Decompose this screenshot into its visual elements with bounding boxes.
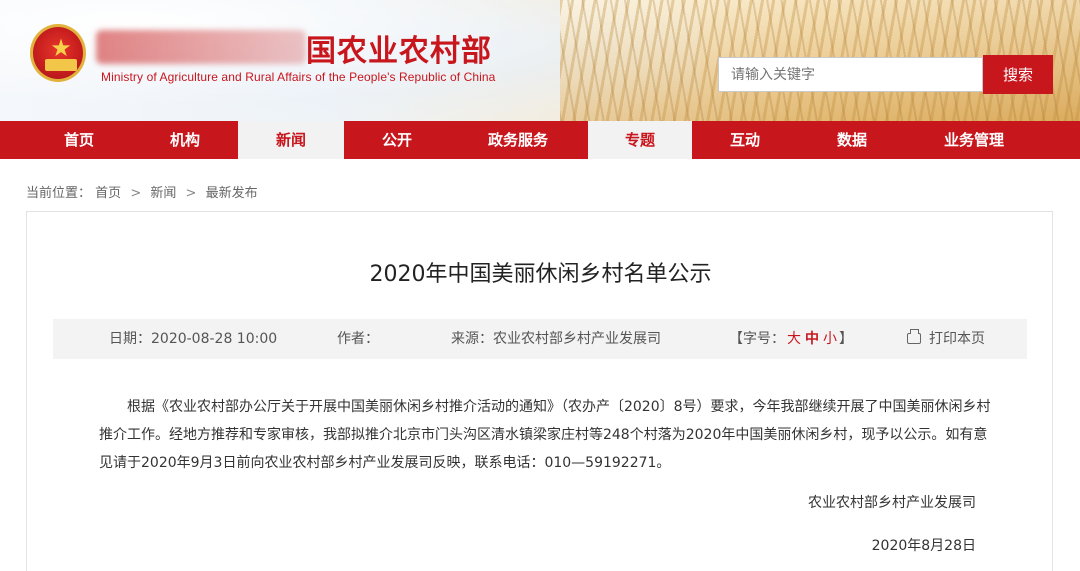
article-title: 2020年中国美丽休闲乡村名单公示 [369,262,712,287]
article-signature: 农业农村部乡村产业发展司 [808,495,976,511]
search-input[interactable] [718,57,983,92]
article-author: 作者： [337,331,379,347]
nav-item-business-management[interactable]: 业务管理 [906,121,1042,159]
nav-item-home[interactable]: 首页 [26,121,132,159]
article-body: 根据《农业农村部办公厅关于开展中国美丽休闲乡村推介活动的通知》（农办产〔2020… [99,393,999,477]
article-paragraph: 根据《农业农村部办公厅关于开展中国美丽休闲乡村推介活动的通知》（农办产〔2020… [99,399,991,471]
article-source: 来源：农业农村部乡村产业发展司 [451,331,661,347]
font-size-medium-button[interactable]: 中 [805,331,819,347]
breadcrumb-latest-link[interactable]: 最新发布 [206,186,258,201]
breadcrumb-separator: > [185,186,197,201]
nav-item-public[interactable]: 公开 [344,121,450,159]
breadcrumb-prefix: 当前位置： [26,186,92,201]
breadcrumb-news-link[interactable]: 新闻 [150,186,176,201]
article-signature-date: 2020年8月28日 [871,538,976,554]
printer-icon [907,329,921,344]
nav-item-organization[interactable]: 机构 [132,121,238,159]
nav-item-data[interactable]: 数据 [798,121,906,159]
header-banner: ★ 国农业农村部 Ministry of Agriculture and Rur… [0,0,1080,121]
font-size-large-button[interactable]: 大 [787,331,801,347]
site-title: 国农业农村部 [306,34,492,69]
print-label: 打印本页 [929,331,985,347]
national-emblem-icon: ★ [30,24,86,82]
search-button[interactable]: 搜索 [983,55,1053,94]
font-size-control: 【字号：大中小】 [729,319,853,359]
article-card: 2020年中国美丽休闲乡村名单公示 日期：2020-08-28 10:00 作者… [26,211,1053,571]
nav-item-interaction[interactable]: 互动 [692,121,798,159]
article-meta-bar: 日期：2020-08-28 10:00 作者： 来源：农业农村部乡村产业发展司 … [53,319,1027,359]
font-size-prefix: 【字号： [729,331,785,347]
nav-item-government-services[interactable]: 政务服务 [450,121,586,159]
nav-item-news[interactable]: 新闻 [238,121,344,159]
title-obscured-region [96,30,306,64]
nav-item-topics[interactable]: 专题 [588,121,692,159]
font-size-suffix: 】 [839,331,853,347]
article-date: 日期：2020-08-28 10:00 [109,331,278,347]
font-size-small-button[interactable]: 小 [823,331,837,347]
breadcrumb-separator: > [130,186,142,201]
site-subtitle: Ministry of Agriculture and Rural Affair… [101,70,496,84]
breadcrumb-home-link[interactable]: 首页 [95,186,121,201]
breadcrumb: 当前位置： 首页 > 新闻 > 最新发布 [26,182,258,201]
main-nav: 首页 机构 新闻 公开 政务服务 专题 互动 数据 业务管理 [0,121,1080,159]
print-button[interactable]: 打印本页 [907,319,985,359]
